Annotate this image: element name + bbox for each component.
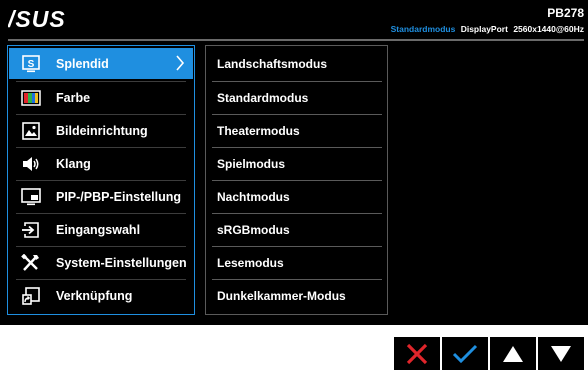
menu-item-splendid[interactable]: S Splendid [9,48,193,79]
menu-item-klang[interactable]: Klang [9,148,193,179]
asus-logo-graphic: /SUS [7,6,66,32]
image-icon [20,121,42,140]
submenu-item-nachtmodus[interactable]: Nachtmodus [206,181,387,212]
menu-item-verknuepfung[interactable]: Verknüpfung [9,280,193,311]
current-resolution: 2560x1440@60Hz [513,24,584,34]
input-icon [20,221,42,239]
asus-logo: /SUS [7,6,90,35]
splendid-icon: S [20,54,42,73]
menu-item-label: Eingangswahl [56,222,141,237]
submenu-panel: Landschaftsmodus Standardmodus Theatermo… [205,45,388,315]
color-icon [20,89,42,107]
up-button[interactable] [490,337,536,370]
current-input: DisplayPort [460,24,508,34]
down-arrow-icon [551,345,571,362]
wrench-icon [20,253,42,272]
confirm-button[interactable] [442,337,488,370]
logo-text: /SUS [8,8,66,30]
menu-item-pip-pbp[interactable]: PIP-/PBP-Einstellung [9,181,193,212]
speaker-icon [20,155,42,173]
check-icon [452,344,478,363]
menu-item-label: Verknüpfung [56,288,133,303]
osd-header: /SUS PB278 Standardmodus DisplayPort 256… [0,0,588,40]
shortcut-icon [20,286,42,305]
menu-item-system-einstellungen[interactable]: System-Einstellungen [9,247,193,278]
submenu-item-srgbmodus[interactable]: sRGBmodus [206,214,387,245]
menu-item-bildeinrichtung[interactable]: Bildeinrichtung [9,115,193,146]
submenu-item-spielmodus[interactable]: Spielmodus [206,148,387,179]
menu-item-label: System-Einstellungen [56,255,187,270]
menu-item-eingangswahl[interactable]: Eingangswahl [9,214,193,245]
up-arrow-icon [503,345,523,362]
menu-item-label: Splendid [56,56,109,71]
current-mode: Standardmodus [390,24,456,34]
status-line: Standardmodus DisplayPort 2560x1440@60Hz [388,24,584,34]
menu-item-label: Klang [56,156,91,171]
submenu-item-dunkelkammer-modus[interactable]: Dunkelkammer-Modus [206,280,387,311]
pip-icon [20,187,42,206]
chevron-right-icon [175,54,185,75]
header-divider [8,39,584,41]
menu-item-label: Bildeinrichtung [56,123,148,138]
close-icon [406,343,428,364]
close-button[interactable] [394,337,440,370]
navigation-keys [394,337,584,370]
svg-text:S: S [28,59,35,70]
submenu-item-lesemodus[interactable]: Lesemodus [206,247,387,278]
menu-item-label: Farbe [56,90,91,105]
submenu-item-standardmodus[interactable]: Standardmodus [206,82,387,113]
model-name: PB278 [547,6,584,20]
menu-item-label: PIP-/PBP-Einstellung [56,189,182,204]
submenu-item-landschaftsmodus[interactable]: Landschaftsmodus [206,48,387,79]
main-menu: S Splendid Farbe Bildeinrichtung Klang P… [7,45,195,315]
submenu-item-theatermodus[interactable]: Theatermodus [206,115,387,146]
menu-item-farbe[interactable]: Farbe [9,82,193,113]
down-button[interactable] [538,337,584,370]
osd-window: /SUS PB278 Standardmodus DisplayPort 256… [0,0,588,325]
